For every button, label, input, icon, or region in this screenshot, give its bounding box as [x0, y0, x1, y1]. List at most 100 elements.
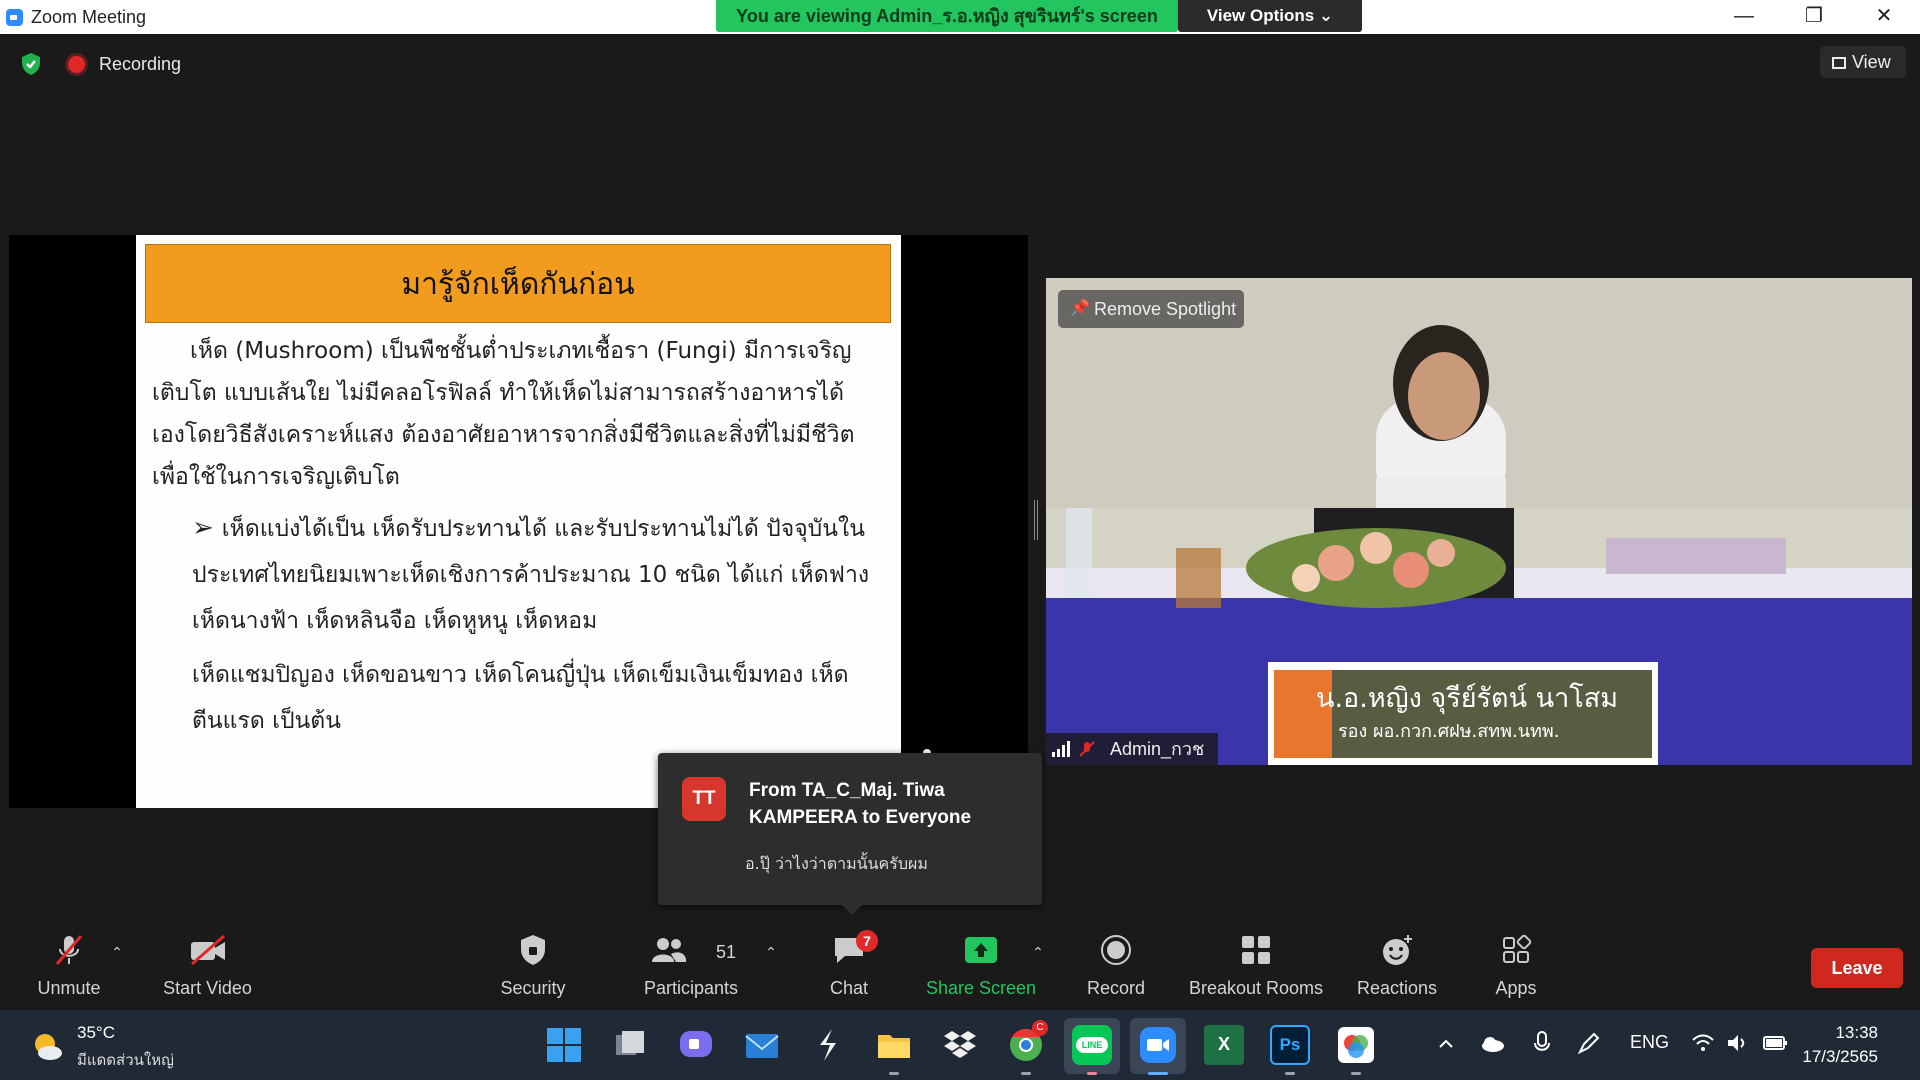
minimize-button[interactable]: —	[1716, 0, 1772, 34]
encryption-shield-icon[interactable]	[20, 52, 42, 76]
teams-chat-icon[interactable]	[676, 1025, 716, 1065]
mail-icon[interactable]	[742, 1025, 782, 1065]
reactions-smiley-icon	[1383, 935, 1412, 965]
signal-strength-icon	[1052, 741, 1070, 757]
restore-button[interactable]: ❐	[1786, 0, 1842, 34]
record-label: Record	[1086, 978, 1146, 998]
slide-continuation: เห็ดแชมปิญอง เห็ดขอนขาว เห็ดโคนญี่ปุ่น เ…	[192, 662, 849, 734]
chat-label: Chat	[829, 978, 869, 998]
share-screen-icon	[965, 937, 997, 963]
start-video-button[interactable]: Start Video	[150, 920, 265, 1008]
recording-dot-icon	[68, 56, 85, 73]
pen-icon[interactable]	[1576, 1030, 1602, 1056]
view-button[interactable]: View	[1820, 46, 1906, 78]
breakout-rooms-icon	[1242, 936, 1270, 964]
apps-label: Apps	[1495, 978, 1537, 998]
apps-button[interactable]: Apps	[1476, 920, 1556, 1008]
shared-screen: มารู้จักเห็ดกันก่อน เห็ด (Mushroom) เป็น…	[9, 235, 1028, 808]
unmute-label: Unmute	[37, 978, 101, 998]
breakout-rooms-button[interactable]: Breakout Rooms	[1186, 920, 1326, 1008]
microphone-icon[interactable]	[1532, 1030, 1552, 1056]
file-explorer-icon[interactable]	[874, 1025, 914, 1065]
chrome-notification-badge: C	[1032, 1020, 1048, 1036]
clock-time[interactable]: 13:38	[1812, 1023, 1878, 1043]
weather-partly-sunny-icon[interactable]	[30, 1029, 64, 1063]
weather-description[interactable]: มีแดดส่วนใหญ่	[77, 1048, 174, 1072]
close-button[interactable]: ✕	[1856, 0, 1912, 34]
muted-microphone-icon	[55, 935, 83, 965]
start-video-label: Start Video	[163, 978, 252, 998]
leave-button[interactable]: Leave	[1811, 948, 1903, 988]
slide-paragraph: เห็ด (Mushroom) เป็นพืชชั้นต่ำประเภทเชื้…	[152, 330, 872, 498]
remove-spotlight-button[interactable]: 📌 Remove Spotlight	[1058, 290, 1244, 328]
zoom-taskbar-icon[interactable]	[1138, 1025, 1178, 1065]
participants-label: Participants	[643, 978, 739, 998]
wifi-icon[interactable]	[1692, 1034, 1714, 1052]
task-view-icon[interactable]	[610, 1025, 650, 1065]
windows-taskbar: 35°C มีแดดส่วนใหญ่ C LINE X Ps ENG 13:38…	[0, 1010, 1920, 1080]
recording-label: Recording	[99, 54, 182, 74]
viewing-screen-banner: You are viewing Admin_ร.อ.หญิง สุขรินทร์…	[716, 0, 1178, 32]
slide-bullet: ➢ เห็ดแบ่งได้เป็น เห็ดรับประทานได้ และรับ…	[192, 505, 902, 644]
zoom-app-icon	[6, 9, 23, 26]
security-shield-icon	[521, 935, 545, 965]
participants-count: 51	[716, 942, 737, 962]
window-title: Zoom Meeting	[31, 7, 147, 27]
apps-icon	[1503, 934, 1532, 963]
photoshop-icon-label: Ps	[1279, 1035, 1301, 1054]
share-options-chevron-icon[interactable]: ⌃	[1029, 944, 1047, 960]
line-running-indicator	[1087, 1072, 1097, 1075]
chevron-up-icon[interactable]	[1436, 1034, 1456, 1054]
line-app-icon[interactable]: LINE	[1072, 1025, 1112, 1065]
arrow-bullet-icon: ➢	[192, 513, 214, 543]
share-screen-button[interactable]: Share Screen	[920, 920, 1042, 1008]
video-off-icon	[190, 934, 225, 966]
photos-running-indicator	[1351, 1072, 1361, 1075]
chrome-running-indicator	[1021, 1072, 1031, 1075]
security-label: Security	[500, 978, 566, 998]
unmute-button[interactable]: Unmute	[20, 920, 118, 1008]
excel-icon-label: X	[1217, 1034, 1230, 1054]
nameplate-name: น.อ.หญิง จุรีย์รัตน์ นาโสม	[1316, 683, 1619, 714]
view-options-button[interactable]: View Options ⌄	[1178, 0, 1362, 32]
panel-resize-handle[interactable]	[1034, 500, 1038, 540]
photoshop-icon[interactable]: Ps	[1270, 1025, 1310, 1065]
excel-icon[interactable]: X	[1204, 1025, 1244, 1065]
input-language[interactable]: ENG	[1630, 1032, 1669, 1053]
dropbox-icon[interactable]	[940, 1025, 980, 1065]
record-button[interactable]: Record	[1076, 920, 1156, 1008]
participants-icon	[652, 938, 687, 962]
audio-options-chevron-icon[interactable]: ⌃	[108, 944, 126, 960]
slide-paragraph-text: เห็ด (Mushroom) เป็นพืชชั้นต่ำประเภทเชื้…	[152, 338, 855, 490]
chat-sender: From TA_C_Maj. Tiwa KAMPEERA to Everyone	[749, 780, 972, 828]
pin-icon: 📌	[1070, 300, 1090, 317]
weather-temperature[interactable]: 35°C	[77, 1023, 115, 1043]
participant-name: Admin_กวช	[1110, 739, 1205, 759]
clock-date[interactable]: 17/3/2565	[1775, 1047, 1878, 1067]
volume-icon[interactable]	[1726, 1033, 1748, 1053]
grid-view-icon	[1832, 57, 1846, 69]
photoshop-running-indicator	[1285, 1072, 1295, 1075]
onedrive-cloud-icon[interactable]	[1480, 1034, 1506, 1054]
chat-message: อ.ปุ๊ ว่าไงว่าตามนั้นครับผม	[745, 854, 928, 873]
explorer-running-indicator	[889, 1072, 899, 1075]
chat-unread-badge: 7	[856, 930, 878, 952]
reactions-button[interactable]: Reactions	[1352, 920, 1442, 1008]
slide-bullet-text: เห็ดแบ่งได้เป็น เห็ดรับประทานได้ และรับป…	[192, 516, 870, 634]
photos-icon[interactable]	[1336, 1025, 1376, 1065]
view-label: View	[1852, 52, 1891, 72]
chat-notification-popup[interactable]: TT From TA_C_Maj. Tiwa KAMPEERA to Every…	[658, 753, 1042, 915]
nameplate-position: รอง ผอ.กวก.ศฝษ.สทพ.นทพ.	[1338, 721, 1560, 742]
presentation-slide: มารู้จักเห็ดกันก่อน เห็ด (Mushroom) เป็น…	[136, 235, 901, 808]
security-button[interactable]: Security	[490, 920, 576, 1008]
slide-heading: มารู้จักเห็ดกันก่อน	[145, 244, 891, 323]
line-icon-label: LINE	[1076, 1037, 1108, 1053]
participants-options-chevron-icon[interactable]: ⌃	[762, 944, 780, 960]
windows-start-icon[interactable]	[544, 1025, 584, 1065]
chat-button[interactable]: Chat	[810, 920, 888, 1008]
participants-button[interactable]: Participants	[636, 920, 746, 1008]
participant-name-badge: Admin_กวช	[1046, 733, 1219, 765]
record-icon	[1101, 935, 1131, 965]
spotlight-video-tile: 📌 Remove Spotlight น.อ.หญิง จุรีย์รัตน์ …	[1046, 278, 1912, 765]
app-s-icon[interactable]	[808, 1025, 848, 1065]
